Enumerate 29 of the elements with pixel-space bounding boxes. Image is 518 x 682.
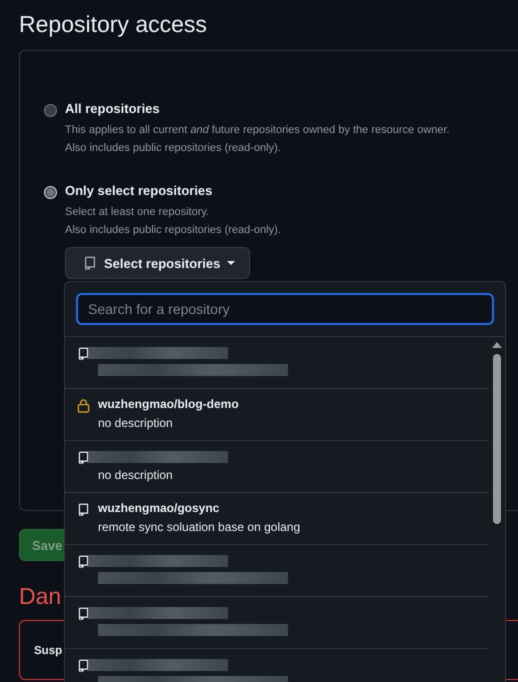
option-label: Only select repositories [65, 183, 214, 198]
repo-icon [77, 606, 90, 621]
option-description: Select at least one repository. [65, 205, 210, 220]
caret-icon [227, 261, 236, 265]
radio-button[interactable] [44, 104, 57, 117]
search-field[interactable]: Search for a repository [76, 293, 494, 325]
repository-item[interactable]: wuzhengmao/gosync remote sync soluation base on golang [65, 493, 489, 545]
option-note: Also includes public repositories (read-only). [65, 141, 282, 156]
repo-icon [77, 502, 90, 517]
select-repositories-button[interactable]: Select repositories [65, 247, 250, 279]
repo-icon [77, 450, 90, 465]
danger-zone-title: Dan [19, 583, 62, 610]
repository-name: wuzhengmao/gosync [98, 501, 220, 515]
repository-name: wuzhengmao/blog-demo [98, 397, 239, 411]
repo-icon [83, 256, 97, 270]
repository-description: no description [98, 416, 174, 430]
scroll-up-icon [492, 342, 502, 348]
repo-icon [77, 554, 90, 569]
repo-icon [77, 346, 90, 361]
section-title: Repository access [19, 10, 208, 39]
option-description: This applies to all current and future repositories owned by the resource owner. [65, 123, 450, 138]
repository-item[interactable]: no description [65, 441, 489, 493]
repository-item[interactable]: wuzhengmao/blog-demo no description [65, 389, 489, 441]
lock-icon [77, 398, 90, 413]
repo-icon [77, 658, 90, 673]
repository-description: no description [98, 468, 174, 482]
option-label: All repositories [65, 101, 161, 116]
danger-item-label: Susp [34, 645, 62, 657]
option-note: Also includes public repositories (read-only). [65, 223, 281, 238]
